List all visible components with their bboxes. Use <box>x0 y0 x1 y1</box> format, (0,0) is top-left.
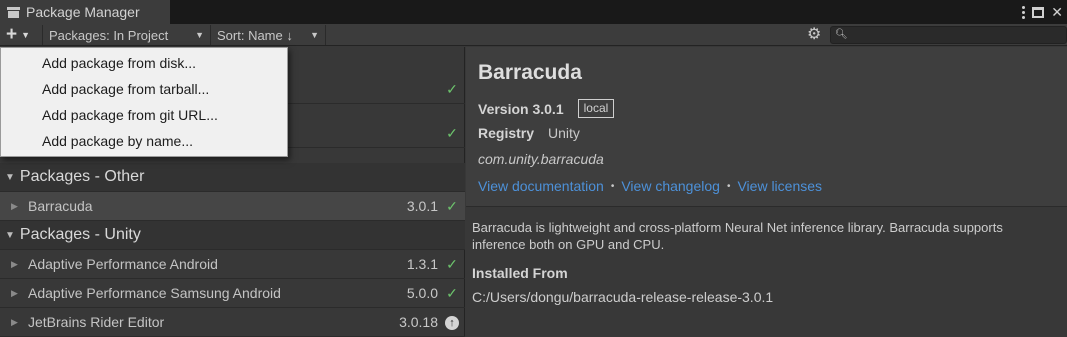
version-label: Version 3.0.1 <box>478 100 564 117</box>
packages-filter-label: Packages: In Project <box>49 27 169 43</box>
more-options-icon[interactable] <box>1022 5 1026 19</box>
package-name: Adaptive Performance Android <box>28 256 218 272</box>
package-name: Barracuda <box>28 198 93 214</box>
chevron-right-icon[interactable]: ▶ <box>11 288 21 299</box>
installed-check-icon: ✓ <box>446 284 458 301</box>
title-bar: Package Manager ✕ <box>0 0 1067 24</box>
chevron-right-icon[interactable]: ▶ <box>11 201 21 212</box>
chevron-right-icon[interactable]: ▶ <box>11 317 21 328</box>
expand-triangle-icon: ▼ <box>5 229 15 241</box>
view-changelog-link[interactable]: View changelog <box>621 178 720 194</box>
menu-item-add-from-git-url[interactable]: Add package from git URL... <box>1 102 287 128</box>
package-version-row: Version 3.0.1 local <box>478 99 615 118</box>
installed-check-icon: ✓ <box>446 80 458 97</box>
chevron-right-icon[interactable]: ▶ <box>11 259 21 270</box>
expand-triangle-icon: ▼ <box>5 171 15 183</box>
package-description: Barracuda is lightweight and cross-platf… <box>472 220 1003 252</box>
add-package-menu: Add package from disk... Add package fro… <box>0 47 288 157</box>
add-package-button[interactable]: + ▼ <box>2 25 42 45</box>
menu-item-add-from-tarball[interactable]: Add package from tarball... <box>1 76 287 102</box>
installed-from-path: C:/Users/dongu/barracuda-release-release… <box>472 289 774 305</box>
group-title: Packages - Other <box>19 168 145 185</box>
view-licenses-link[interactable]: View licenses <box>737 178 822 194</box>
gear-icon[interactable]: ⚙ <box>807 27 823 43</box>
registry-row: Registry Unity <box>478 125 580 141</box>
package-version: 5.0.0 <box>406 285 438 301</box>
source-tag: local <box>577 99 615 118</box>
installed-check-icon: ✓ <box>446 124 458 141</box>
window-controls: ✕ <box>1022 0 1063 24</box>
window-tab[interactable]: Package Manager <box>0 0 170 24</box>
plus-icon: + <box>6 24 18 45</box>
details-header: Barracuda Version 3.0.1 local Registry U… <box>466 47 1067 207</box>
chevron-down-icon: ▼ <box>310 30 319 40</box>
package-row-jetbrains-rider-editor[interactable]: ▶ JetBrains Rider Editor 3.0.18 ↑ <box>0 308 465 337</box>
menu-item-add-from-disk[interactable]: Add package from disk... <box>1 50 287 76</box>
close-icon[interactable]: ✕ <box>1051 4 1063 21</box>
search-icon: 🔍︎ <box>835 29 848 40</box>
registry-label: Registry <box>478 125 535 141</box>
group-header-packages-other[interactable]: ▼ Packages - Other <box>0 163 465 192</box>
installed-from-label: Installed From <box>472 265 568 281</box>
sort-dropdown[interactable]: Sort: Name ↓ ▼ <box>210 25 326 45</box>
package-version: 3.0.1 <box>406 198 438 214</box>
package-details: Barracuda Version 3.0.1 local Registry U… <box>466 47 1067 337</box>
window-title: Package Manager <box>26 4 140 20</box>
registry-value: Unity <box>548 125 580 141</box>
menu-item-add-by-name[interactable]: Add package by name... <box>1 128 287 154</box>
chevron-down-icon: ▼ <box>21 30 31 40</box>
package-manager-icon <box>7 6 20 18</box>
package-row-barracuda[interactable]: ▶ Barracuda 3.0.1 ✓ <box>0 192 465 221</box>
group-title: Packages - Unity <box>19 226 141 243</box>
sort-label: Sort: Name ↓ <box>217 27 293 43</box>
package-row-adaptive-performance-samsung-android[interactable]: ▶ Adaptive Performance Samsung Android 5… <box>0 279 465 308</box>
maximize-icon[interactable] <box>1032 6 1045 18</box>
packages-filter-dropdown[interactable]: Packages: In Project ▼ <box>42 25 210 45</box>
package-name: Adaptive Performance Samsung Android <box>28 285 281 301</box>
update-available-icon: ↑ <box>445 316 459 330</box>
package-name: JetBrains Rider Editor <box>28 314 165 330</box>
toolbar: + ▼ Packages: In Project ▼ Sort: Name ↓ … <box>0 24 1067 46</box>
installed-check-icon: ✓ <box>446 255 458 272</box>
package-title: Barracuda <box>478 61 582 84</box>
search-input[interactable]: 🔍︎ <box>830 26 1067 44</box>
installed-check-icon: ✓ <box>446 197 458 214</box>
package-version: 3.0.18 <box>399 314 438 330</box>
package-id: com.unity.barracuda <box>478 151 604 167</box>
package-version: 1.3.1 <box>406 256 438 272</box>
package-links: View documentation • View changelog • Vi… <box>478 178 823 194</box>
chevron-down-icon: ▼ <box>195 30 204 40</box>
package-row-adaptive-performance-android[interactable]: ▶ Adaptive Performance Android 1.3.1 ✓ <box>0 250 465 279</box>
view-documentation-link[interactable]: View documentation <box>478 178 604 194</box>
group-header-packages-unity[interactable]: ▼ Packages - Unity <box>0 221 465 250</box>
